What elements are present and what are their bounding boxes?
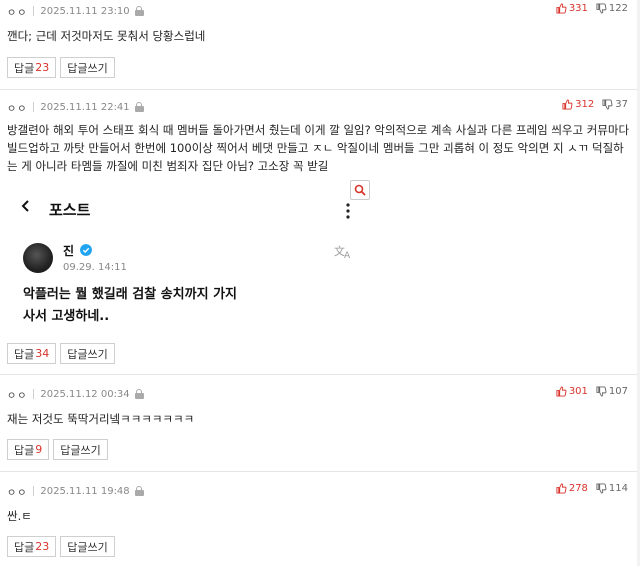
reply-list-button[interactable]: 답글 23 [7,536,57,557]
upvote-button[interactable]: 312 [562,99,594,110]
comment-meta: ㅇㅇ 2025.11.11 22:41 [7,100,144,115]
thumbs-up-icon [562,99,573,110]
meta-divider [33,102,35,112]
comment-nick[interactable]: ㅇㅇ [7,387,27,402]
reply-count: 23 [35,61,50,74]
comment-3: ㅇㅇ 2025.11.12 00:34 301 107 재는 저것도 뚝딱거리넼… [0,375,640,472]
upvote-count: 312 [575,99,595,110]
zoom-button[interactable] [350,180,370,200]
thumbs-up-icon [556,386,567,397]
comment-2: ㅇㅇ 2025.11.11 22:41 312 37 방갤련아 해외 투어 스태… [0,90,640,375]
post-text-line: 악플러는 뭘 했길래 검찰 송치까지 가지 [23,287,237,302]
avatar [23,243,53,273]
vote-counts: 331 122 [556,3,628,14]
lock-icon [134,6,144,16]
write-reply-button[interactable]: 답글쓰기 [60,536,115,557]
thumbs-up-icon [556,483,567,494]
comment-text: 깬다; 근데 저것마저도 못춰서 당황스럽네 [7,29,206,43]
reply-count: 9 [35,443,43,456]
verified-badge-icon [80,244,92,256]
comment-date: 2025.11.11 23:10 [40,5,130,17]
meta-divider [33,389,35,399]
upvote-button[interactable]: 278 [556,483,588,494]
comment-date: 2025.11.11 19:48 [40,485,130,497]
downvote-button[interactable]: 114 [596,483,628,494]
downvote-button[interactable]: 122 [596,3,628,14]
comment-actions: 답글 23 답글쓰기 [7,57,119,78]
thumbs-down-icon [602,99,613,110]
reply-list-button[interactable]: 답글 34 [7,343,57,364]
post-header-title: 포스트 [49,201,91,219]
comment-nick[interactable]: ㅇㅇ [7,484,27,499]
svg-text:A: A [344,251,351,259]
comment-actions: 답글 34 답글쓰기 [7,343,119,364]
reply-count: 23 [35,540,50,553]
post-user-name: 진 [63,244,75,258]
lock-icon [134,389,144,399]
lock-icon [134,102,144,112]
vote-counts: 301 107 [556,386,628,397]
comment-text: 방갤련아 해외 투어 스태프 회식 때 멤버들 돌아가면서 췄는데 이게 깔 일… [7,123,630,173]
upvote-count: 278 [568,483,588,494]
comment-meta: ㅇㅇ 2025.11.12 00:34 [7,387,144,402]
post-time: 09.29. 14:11 [63,262,127,273]
comment-nick[interactable]: ㅇㅇ [7,4,27,19]
upvote-count: 331 [568,3,588,14]
downvote-count: 107 [608,386,628,397]
zoom-search-icon [354,184,366,196]
comment-text: 싼.ㅌ [7,509,32,523]
downvote-count: 122 [608,3,628,14]
embedded-image[interactable]: 포스트 진 09.29. 14:11 文A 악플러는 뭘 했길래 검찰 송치까지… [7,185,402,345]
comment-actions: 답글 23 답글쓰기 [7,536,119,557]
vote-counts: 312 37 [562,99,628,110]
comment-1: ㅇㅇ 2025.11.11 23:10 331 122 깬다; 근데 저것마저도… [0,0,640,90]
comment-meta: ㅇㅇ 2025.11.11 23:10 [7,4,144,19]
upvote-count: 301 [568,386,588,397]
reply-label: 답글 [14,347,35,361]
thumbs-down-icon [596,483,607,494]
reply-list-button[interactable]: 답글 9 [7,439,50,460]
downvote-button[interactable]: 107 [596,386,628,397]
post-text-line: 사서 고생하네.. [23,309,110,324]
comment-actions: 답글 9 답글쓰기 [7,439,112,460]
upvote-button[interactable]: 331 [556,3,588,14]
upvote-button[interactable]: 301 [556,386,588,397]
downvote-count: 37 [615,99,628,110]
write-reply-button[interactable]: 답글쓰기 [60,343,115,364]
comment-4: ㅇㅇ 2025.11.11 19:48 278 114 싼.ㅌ 답글 23 답글쓰… [0,472,640,566]
more-vertical-icon [346,203,350,219]
thumbs-down-icon [596,386,607,397]
thumbs-down-icon [596,3,607,14]
comment-nick[interactable]: ㅇㅇ [7,100,27,115]
post-body: 악플러는 뭘 했길래 검찰 송치까지 가지 사서 고생하네.. [23,284,323,328]
reply-label: 답글 [14,540,35,554]
vote-counts: 278 114 [556,483,628,494]
downvote-button[interactable]: 37 [602,99,628,110]
reply-label: 답글 [14,61,35,75]
lock-icon [134,486,144,496]
reply-count: 34 [35,347,50,360]
back-arrow-icon [21,200,29,212]
reply-label: 답글 [14,443,35,457]
comment-date: 2025.11.12 00:34 [40,388,130,400]
meta-divider [33,6,35,16]
translate-icon: 文A [334,244,351,259]
write-reply-button[interactable]: 답글쓰기 [60,57,115,78]
thumbs-up-icon [556,3,567,14]
reply-list-button[interactable]: 답글 23 [7,57,57,78]
write-reply-button[interactable]: 답글쓰기 [53,439,108,460]
comment-date: 2025.11.11 22:41 [40,101,130,113]
comment-text: 재는 저것도 뚝딱거리넼ㅋㅋㅋㅋㅋㅋㅋ [7,412,195,426]
meta-divider [33,486,35,496]
downvote-count: 114 [608,483,628,494]
comment-meta: ㅇㅇ 2025.11.11 19:48 [7,484,144,499]
